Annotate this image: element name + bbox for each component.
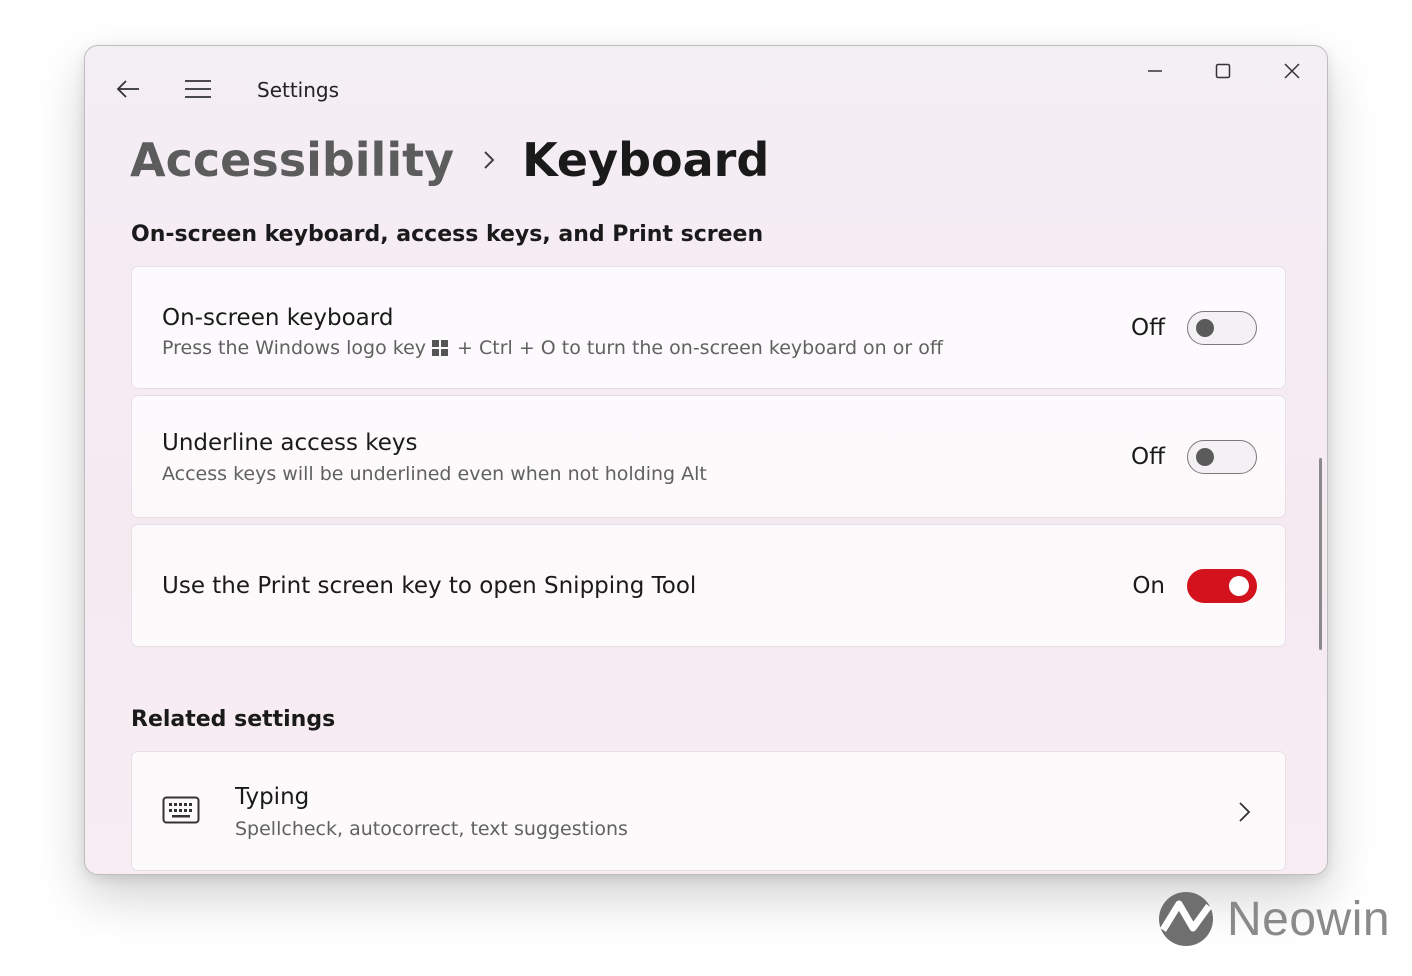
setting-card-underline-access-keys: Underline access keys Access keys will b… bbox=[131, 395, 1286, 518]
toggle-knob bbox=[1229, 576, 1249, 596]
related-settings-title: Related settings bbox=[131, 707, 336, 732]
neowin-watermark: Neowin bbox=[1157, 890, 1390, 948]
minimize-button[interactable] bbox=[1135, 54, 1175, 88]
related-item-typing[interactable]: Typing Spellcheck, autocorrect, text sug… bbox=[131, 751, 1286, 871]
onscreen-keyboard-toggle[interactable] bbox=[1187, 311, 1257, 345]
toggle-state-label: On bbox=[1132, 573, 1165, 599]
related-item-description: Spellcheck, autocorrect, text suggestion… bbox=[235, 818, 628, 840]
back-button[interactable] bbox=[111, 72, 145, 106]
windows-logo-icon bbox=[432, 340, 449, 356]
close-icon bbox=[1284, 63, 1300, 79]
minimize-icon bbox=[1148, 70, 1162, 72]
maximize-button[interactable] bbox=[1203, 54, 1243, 88]
chevron-right-icon bbox=[1237, 800, 1251, 828]
setting-card-onscreen-keyboard: On-screen keyboard Press the Windows log… bbox=[131, 266, 1286, 389]
neowin-logo-icon bbox=[1159, 892, 1213, 946]
vertical-scrollbar[interactable] bbox=[1319, 458, 1322, 650]
setting-card-print-screen: Use the Print screen key to open Snippin… bbox=[131, 524, 1286, 647]
breadcrumb: Accessibility Keyboard bbox=[130, 128, 769, 192]
breadcrumb-parent-link[interactable]: Accessibility bbox=[130, 133, 454, 187]
setting-description: Press the Windows logo key + Ctrl + O to… bbox=[162, 337, 943, 359]
chevron-right-icon bbox=[482, 149, 496, 171]
close-button[interactable] bbox=[1272, 54, 1312, 88]
toggle-knob bbox=[1196, 319, 1214, 337]
window-title: Settings bbox=[257, 78, 340, 102]
page-title: Keyboard bbox=[522, 133, 770, 187]
setting-title: On-screen keyboard bbox=[162, 305, 394, 331]
setting-description: Access keys will be underlined even when… bbox=[162, 463, 707, 485]
toggle-state-label: Off bbox=[1131, 315, 1165, 341]
maximize-icon bbox=[1215, 63, 1231, 79]
section-title: On-screen keyboard, access keys, and Pri… bbox=[131, 222, 764, 247]
keyboard-icon bbox=[162, 796, 200, 828]
navigation-menu-button[interactable] bbox=[181, 72, 215, 106]
toggle-knob bbox=[1196, 448, 1214, 466]
settings-window: Settings Accessibility Keyboard On-scree… bbox=[84, 45, 1328, 875]
toggle-state-label: Off bbox=[1131, 444, 1165, 470]
setting-title: Underline access keys bbox=[162, 430, 418, 456]
hamburger-icon bbox=[185, 80, 211, 98]
watermark-text: Neowin bbox=[1227, 892, 1391, 946]
related-item-title: Typing bbox=[235, 784, 310, 810]
setting-title: Use the Print screen key to open Snippin… bbox=[162, 573, 697, 599]
arrow-left-icon bbox=[116, 80, 139, 98]
underline-access-keys-toggle[interactable] bbox=[1187, 440, 1257, 474]
print-screen-snipping-toggle[interactable] bbox=[1187, 569, 1257, 603]
